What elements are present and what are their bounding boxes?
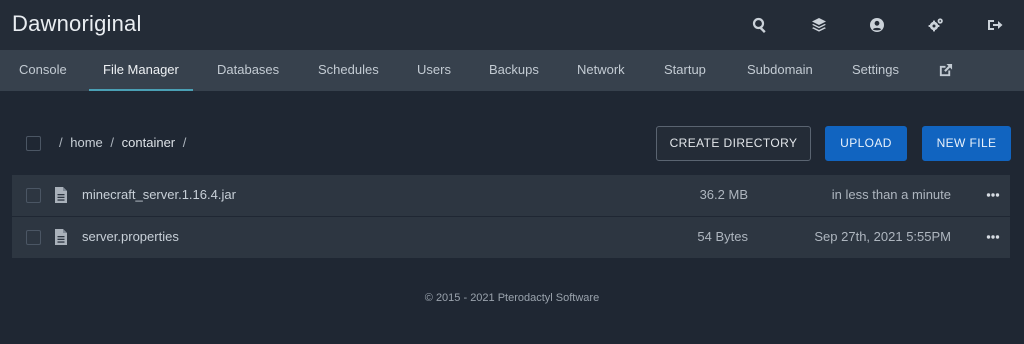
file-select-checkbox[interactable]: [26, 230, 41, 245]
external-link-icon[interactable]: [938, 63, 954, 79]
tab-users[interactable]: Users: [417, 50, 451, 91]
upload-button[interactable]: UPLOAD: [825, 126, 907, 161]
file-select-checkbox[interactable]: [26, 188, 41, 203]
tab-startup[interactable]: Startup: [664, 50, 706, 91]
footer-copyright: © 2015 - 2021 Pterodactyl Software: [424, 292, 600, 304]
tab-schedules[interactable]: Schedules: [318, 50, 379, 91]
breadcrumb-container[interactable]: container: [122, 135, 175, 150]
more-options-icon[interactable]: [986, 187, 1000, 203]
top-bar: Dawnoriginal: [0, 0, 1024, 50]
file-size: 54 Bytes: [697, 229, 748, 244]
breadcrumb-separator: /: [182, 135, 187, 150]
tab-console[interactable]: Console: [19, 50, 67, 91]
breadcrumb-separator: /: [110, 135, 115, 150]
server-nav: Console File Manager Databases Schedules…: [0, 50, 1024, 91]
user-circle-icon[interactable]: [867, 14, 887, 36]
breadcrumb: / home / container /: [55, 135, 190, 150]
tab-file-manager[interactable]: File Manager: [89, 50, 193, 91]
cogs-icon[interactable]: [926, 14, 946, 36]
file-icon: [54, 229, 68, 245]
brand-title[interactable]: Dawnoriginal: [12, 11, 142, 37]
file-row[interactable]: minecraft_server.1.16.4.jar 36.2 MB in l…: [12, 175, 1010, 216]
sign-out-icon[interactable]: [985, 14, 1005, 36]
file-name[interactable]: server.properties: [82, 229, 179, 244]
file-name[interactable]: minecraft_server.1.16.4.jar: [82, 187, 236, 202]
layers-icon[interactable]: [809, 14, 829, 36]
file-size: 36.2 MB: [699, 187, 748, 202]
tab-subdomain[interactable]: Subdomain: [747, 50, 813, 91]
file-icon: [54, 187, 68, 203]
tab-network[interactable]: Network: [577, 50, 625, 91]
search-icon[interactable]: [750, 14, 770, 36]
create-directory-button[interactable]: CREATE DIRECTORY: [656, 126, 811, 161]
file-modified: in less than a minute: [831, 187, 951, 202]
tab-settings[interactable]: Settings: [852, 50, 899, 91]
more-options-icon[interactable]: [986, 229, 1000, 245]
breadcrumb-home[interactable]: home: [70, 135, 103, 150]
file-modified: Sep 27th, 2021 5:55PM: [814, 229, 951, 244]
select-all-checkbox[interactable]: [26, 136, 41, 151]
tab-backups[interactable]: Backups: [489, 50, 539, 91]
tab-databases[interactable]: Databases: [217, 50, 279, 91]
breadcrumb-separator: /: [59, 135, 63, 150]
file-row[interactable]: server.properties 54 Bytes Sep 27th, 202…: [12, 217, 1010, 258]
new-file-button[interactable]: NEW FILE: [922, 126, 1011, 161]
